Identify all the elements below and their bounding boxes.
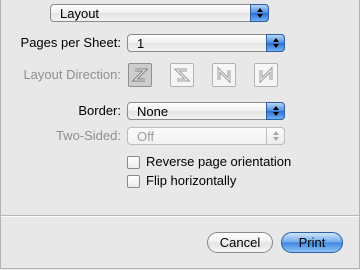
popup-arrows-icon — [266, 127, 285, 145]
popup-arrows-icon — [250, 4, 269, 22]
two-sided-select: Off — [127, 127, 285, 145]
reverse-orientation-checkbox[interactable] — [127, 156, 140, 169]
popup-arrows-icon — [266, 34, 285, 52]
layout-direction-n-button[interactable] — [212, 63, 236, 87]
popup-arrows-icon — [266, 102, 285, 120]
n-order-icon — [217, 66, 231, 84]
reverse-z-order-icon — [173, 68, 191, 82]
divider — [1, 215, 359, 217]
reverse-n-order-icon — [259, 66, 273, 84]
print-layout-panel: Layout Pages per Sheet: 1 Layout Directi… — [0, 0, 360, 269]
layout-direction-reverse-n-button[interactable] — [254, 63, 278, 87]
cancel-button[interactable]: Cancel — [207, 232, 273, 253]
pages-per-sheet-select[interactable]: 1 — [127, 34, 285, 52]
border-value: None — [137, 104, 169, 119]
layout-direction-z-button[interactable] — [128, 63, 152, 87]
border-label: Border: — [78, 103, 121, 118]
pages-per-sheet-value: 1 — [137, 36, 145, 51]
reverse-orientation-label: Reverse page orientation — [146, 154, 292, 169]
panel-select[interactable]: Layout — [50, 4, 269, 22]
flip-horizontally-label: Flip horizontally — [146, 173, 237, 188]
pages-per-sheet-label: Pages per Sheet: — [20, 35, 121, 50]
layout-direction-label: Layout Direction: — [23, 67, 121, 82]
flip-horizontally-checkbox[interactable] — [127, 175, 140, 188]
two-sided-value: Off — [137, 129, 155, 144]
border-select[interactable]: None — [127, 102, 285, 120]
two-sided-label: Two-Sided: — [55, 128, 121, 143]
z-order-icon — [131, 68, 149, 82]
print-button[interactable]: Print — [281, 232, 343, 253]
layout-direction-reverse-z-button[interactable] — [170, 63, 194, 87]
panel-select-value: Layout — [60, 6, 100, 21]
